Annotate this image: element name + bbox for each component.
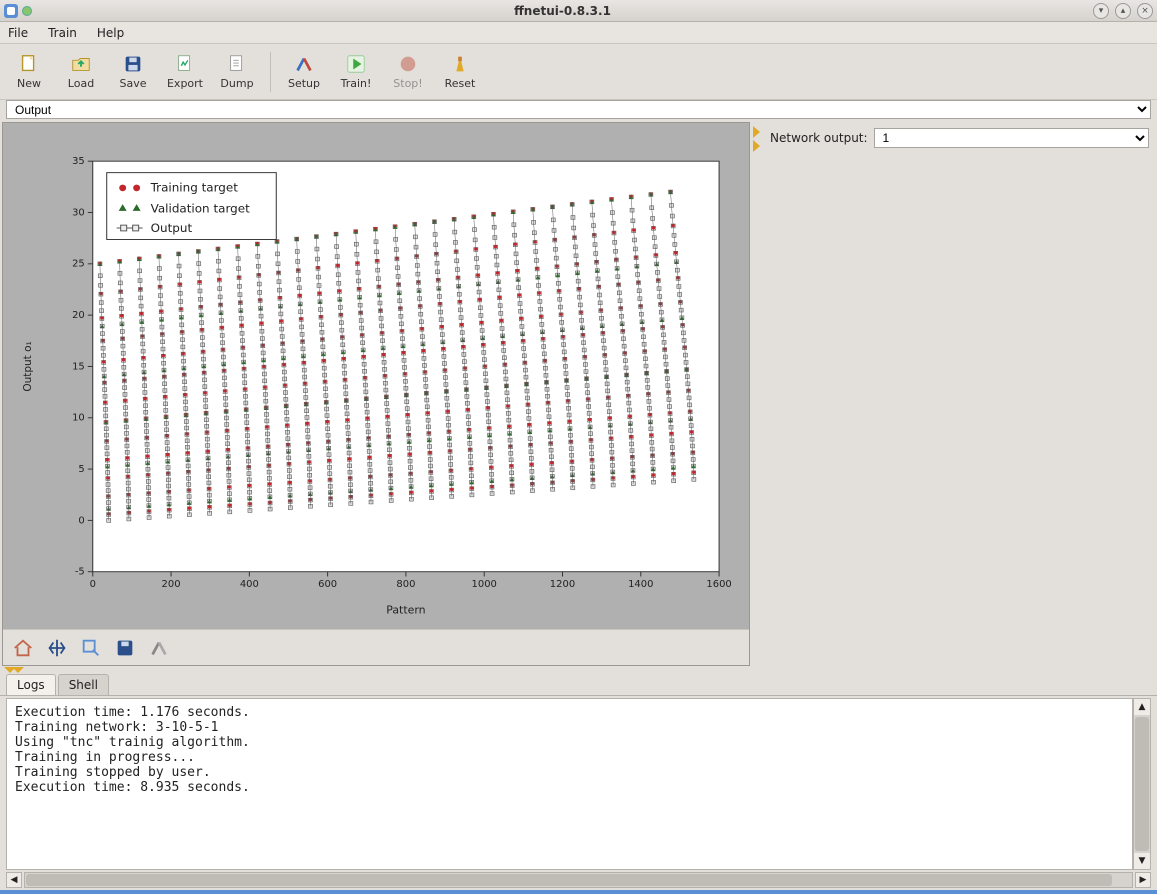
main-toolbar: New Load Save Export Dump Setup Train! S…	[0, 44, 1157, 100]
svg-text:35: 35	[72, 156, 85, 167]
load-icon	[70, 53, 92, 75]
menu-help[interactable]: Help	[93, 24, 128, 42]
svg-text:Training target: Training target	[150, 181, 239, 195]
setup-icon	[293, 53, 315, 75]
plot-config-button[interactable]	[147, 636, 171, 660]
window-title: ffnetui-0.8.3.1	[32, 4, 1093, 18]
plot-save-button[interactable]	[113, 636, 137, 660]
horizontal-splitter[interactable]	[0, 666, 1157, 674]
splitter-arrow-icon	[753, 140, 760, 152]
right-panel: Network output: 1	[762, 122, 1157, 666]
svg-text:25: 25	[72, 259, 85, 270]
svg-text:400: 400	[240, 579, 259, 590]
status-bar	[0, 890, 1157, 894]
status-dot-icon	[22, 6, 32, 16]
log-area: Execution time: 1.176 seconds. Training …	[0, 696, 1157, 872]
svg-text:0: 0	[78, 515, 84, 526]
dump-icon	[226, 53, 248, 75]
scroll-thumb[interactable]	[26, 874, 1112, 886]
svg-text:0: 0	[90, 579, 96, 590]
svg-text:15: 15	[72, 361, 85, 372]
reset-button[interactable]: Reset	[437, 48, 483, 96]
tab-shell[interactable]: Shell	[58, 674, 109, 695]
svg-text:5: 5	[78, 464, 84, 475]
log-horizontal-scrollbar[interactable]: ◀ ▶	[0, 872, 1157, 890]
new-icon	[18, 53, 40, 75]
menu-train[interactable]: Train	[44, 24, 81, 42]
svg-text:600: 600	[318, 579, 337, 590]
svg-text:-5: -5	[75, 567, 85, 578]
main-content: 0 200 400 600 800 1000 1200 1400 1600 -5 0 5 10 15 20 2…	[0, 122, 1157, 666]
svg-text:Pattern: Pattern	[386, 604, 425, 617]
svg-text:Output: Output	[151, 221, 193, 235]
save-icon	[122, 53, 144, 75]
view-selector[interactable]: Output	[6, 100, 1151, 119]
plot-zoom-button[interactable]	[79, 636, 103, 660]
load-button[interactable]: Load	[58, 48, 104, 96]
export-icon	[174, 53, 196, 75]
train-button[interactable]: Train!	[333, 48, 379, 96]
minimize-button[interactable]: ▾	[1093, 3, 1109, 19]
svg-text:200: 200	[162, 579, 181, 590]
svg-text:1400: 1400	[628, 579, 653, 590]
new-button[interactable]: New	[6, 48, 52, 96]
scroll-down-button[interactable]: ▼	[1134, 853, 1150, 869]
svg-text:10: 10	[72, 413, 85, 424]
svg-text:1600: 1600	[706, 579, 731, 590]
splitter-arrow-icon	[753, 126, 760, 138]
menubar: File Train Help	[0, 22, 1157, 44]
window-titlebar: ffnetui-0.8.3.1 ▾ ▴ ×	[0, 0, 1157, 22]
export-button[interactable]: Export	[162, 48, 208, 96]
tab-logs[interactable]: Logs	[6, 674, 56, 695]
splitter-arrow-icon	[12, 667, 24, 673]
plot-home-button[interactable]	[11, 636, 35, 660]
svg-text:1000: 1000	[472, 579, 497, 590]
close-button[interactable]: ×	[1137, 3, 1153, 19]
view-selector-row: Output	[0, 100, 1157, 122]
log-vertical-scrollbar[interactable]: ▲ ▼	[1133, 698, 1151, 870]
app-icon	[4, 4, 18, 18]
dump-button[interactable]: Dump	[214, 48, 260, 96]
setup-button[interactable]: Setup	[281, 48, 327, 96]
chart-area[interactable]: 0 200 400 600 800 1000 1200 1400 1600 -5 0 5 10 15 20 2…	[3, 123, 749, 629]
menu-file[interactable]: File	[4, 24, 32, 42]
toolbar-separator	[270, 52, 271, 92]
reset-icon	[449, 53, 471, 75]
network-output-select[interactable]: 1	[874, 128, 1149, 148]
svg-text:800: 800	[396, 579, 415, 590]
svg-text:Output o₁: Output o₁	[21, 341, 34, 391]
vertical-splitter[interactable]	[750, 122, 762, 666]
svg-text:20: 20	[72, 310, 85, 321]
scroll-right-button[interactable]: ▶	[1135, 872, 1151, 888]
svg-text:1200: 1200	[550, 579, 575, 590]
log-text[interactable]: Execution time: 1.176 seconds. Training …	[6, 698, 1133, 870]
log-tabs: Logs Shell	[0, 674, 1157, 696]
plot-panel: 0 200 400 600 800 1000 1200 1400 1600 -5 0 5 10 15 20 2…	[2, 122, 750, 666]
maximize-button[interactable]: ▴	[1115, 3, 1131, 19]
scroll-left-button[interactable]: ◀	[6, 872, 22, 888]
svg-text:30: 30	[72, 208, 85, 219]
stop-button: Stop!	[385, 48, 431, 96]
plot-toolbar	[3, 629, 749, 665]
plot-pan-button[interactable]	[45, 636, 69, 660]
save-button[interactable]: Save	[110, 48, 156, 96]
svg-text:Validation target: Validation target	[151, 202, 251, 216]
scroll-thumb[interactable]	[1135, 717, 1149, 851]
stop-icon	[397, 53, 419, 75]
scroll-up-button[interactable]: ▲	[1134, 699, 1150, 715]
network-output-label: Network output:	[770, 131, 868, 145]
train-icon	[345, 53, 367, 75]
